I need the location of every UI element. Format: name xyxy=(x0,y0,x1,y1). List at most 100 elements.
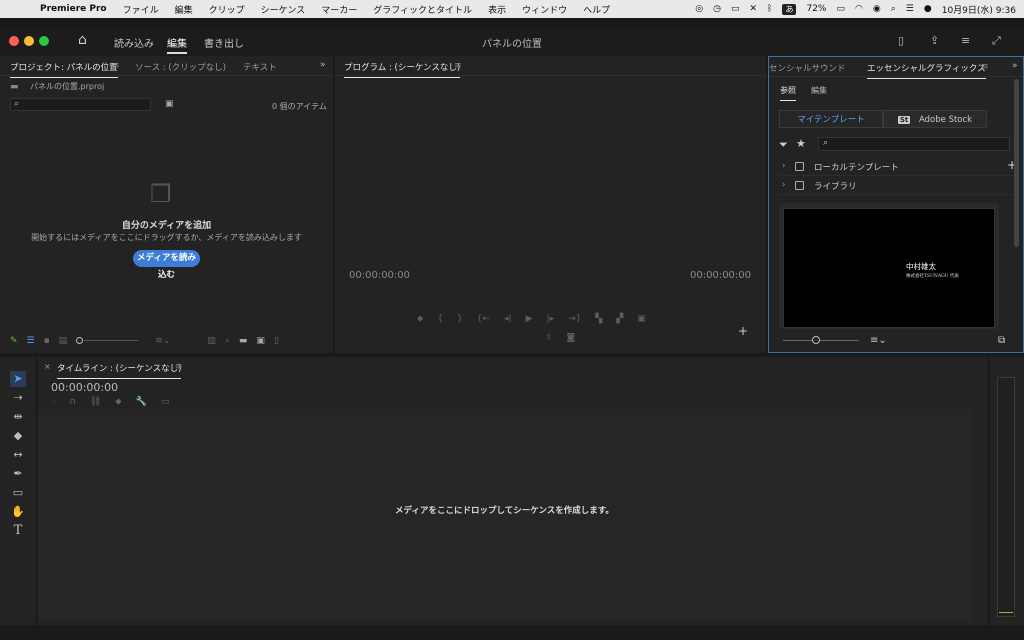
linked-selection-icon[interactable]: ⛓ xyxy=(90,397,101,407)
tab-essential-graphics[interactable]: エッセンシャルグラフィックス xyxy=(867,62,986,79)
icon-view-icon[interactable]: ▪ xyxy=(44,336,50,346)
input-source-indicator[interactable]: あ xyxy=(782,3,797,15)
wifi-icon[interactable]: ◠ xyxy=(855,4,863,14)
menu-help[interactable]: ヘルプ xyxy=(583,3,610,16)
mark-out-icon[interactable]: } xyxy=(457,314,463,324)
fullscreen-icon[interactable]: ⤢ xyxy=(992,34,1001,48)
list-view-icon[interactable]: ☰ xyxy=(27,336,35,346)
pen-tool-icon[interactable]: ✒ xyxy=(10,466,26,482)
play-icon[interactable]: ▶ xyxy=(526,314,533,324)
subtab-edit[interactable]: 編集 xyxy=(811,85,827,96)
tab-timeline[interactable]: タイムライン : (シーケンスなし) xyxy=(57,362,182,379)
chevron-right-icon[interactable]: › xyxy=(782,180,785,190)
nest-icon[interactable]: ⫶ xyxy=(53,397,55,407)
export-frame-icon[interactable]: ▣ xyxy=(637,314,646,324)
adobe-stock-tab[interactable]: St Adobe Stock xyxy=(883,110,987,128)
local-templates-checkbox[interactable] xyxy=(795,162,804,171)
menu-marker[interactable]: マーカー xyxy=(321,3,357,16)
project-search-input[interactable]: ⌕ xyxy=(10,98,151,111)
mute-icon[interactable]: ✕ xyxy=(750,4,758,14)
subtab-browse[interactable]: 参照 xyxy=(780,85,796,101)
tree-row-local-templates[interactable]: › ローカルテンプレート + xyxy=(779,158,1017,176)
home-icon[interactable]: ⌂ xyxy=(78,32,87,48)
thumb-size-slider-handle[interactable] xyxy=(812,336,820,344)
overwrite-icon[interactable]: ▞ xyxy=(616,314,623,324)
minimize-window-button[interactable] xyxy=(24,36,34,46)
tab-text[interactable]: テキスト xyxy=(243,61,277,73)
freeform-view-icon[interactable]: ▤ xyxy=(59,336,68,346)
spotlight-icon[interactable]: ⌕ xyxy=(891,4,896,14)
add-marker-timeline-icon[interactable]: ⬥ xyxy=(115,397,121,407)
tab-source[interactable]: ソース : (クリップなし) xyxy=(135,61,226,73)
mark-in-icon[interactable]: { xyxy=(437,314,443,324)
timeline-timecode[interactable]: 00:00:00:00 xyxy=(51,381,118,394)
filter-icon[interactable]: ⏷ xyxy=(779,138,788,152)
automate-icon[interactable]: ▥ xyxy=(207,336,216,346)
display-icon[interactable]: ▭ xyxy=(731,4,740,14)
new-item-icon[interactable]: ▣ xyxy=(256,336,265,346)
user-icon[interactable]: ◉ xyxy=(873,4,881,14)
favorites-star-icon[interactable]: ★ xyxy=(796,137,806,150)
rectangle-tool-icon[interactable]: ▭ xyxy=(10,485,26,501)
program-panel-menu-icon[interactable]: ≡ xyxy=(454,61,462,71)
selection-tool-icon[interactable]: ➤ xyxy=(10,371,26,387)
snap-icon[interactable]: ∩ xyxy=(69,397,76,407)
zoom-slider[interactable] xyxy=(76,337,139,345)
menu-view[interactable]: 表示 xyxy=(488,3,506,16)
add-marker-icon[interactable]: ⬥ xyxy=(417,314,423,324)
zoom-window-button[interactable] xyxy=(39,36,49,46)
menu-file[interactable]: ファイル xyxy=(123,3,159,16)
progress-icon[interactable]: ≡ xyxy=(961,34,970,47)
lift-icon[interactable]: ⇧ xyxy=(545,333,553,343)
siri-icon[interactable]: ● xyxy=(924,4,932,14)
hand-tool-icon[interactable]: ✋ xyxy=(10,504,26,520)
new-bin-icon[interactable]: ▣ xyxy=(165,99,174,109)
tree-row-libraries[interactable]: › ライブラリ xyxy=(779,177,1013,195)
templates-search-input[interactable]: ⌕ xyxy=(818,137,1010,151)
sort-templates-icon[interactable]: ≡⌄ xyxy=(870,335,887,346)
menu-window[interactable]: ウィンドウ xyxy=(522,3,567,16)
workspace-import[interactable]: 読み込み xyxy=(114,35,154,50)
go-to-in-icon[interactable]: {⇤ xyxy=(477,314,490,324)
essential-expand-icon[interactable]: » xyxy=(1012,61,1018,71)
import-media-button[interactable]: メディアを読み込む xyxy=(133,250,200,280)
zoom-slider-handle[interactable] xyxy=(76,337,84,344)
insert-icon[interactable]: ▚ xyxy=(595,314,602,324)
program-timecode-left[interactable]: 00:00:00:00 xyxy=(349,270,410,281)
sort-icon[interactable]: ≡⌄ xyxy=(155,336,170,346)
tab-program[interactable]: プログラム : (シーケンスなし) xyxy=(344,61,461,78)
timeline-panel-menu-icon[interactable]: ≡ xyxy=(175,362,183,372)
track-select-tool-icon[interactable]: ⇢ xyxy=(10,390,26,406)
essential-panel-menu-icon[interactable]: ≡ xyxy=(981,62,989,72)
time-machine-icon[interactable]: ◷ xyxy=(713,4,721,14)
find-icon[interactable]: ⌕ xyxy=(225,336,230,346)
type-tool-icon[interactable]: T xyxy=(10,523,26,539)
bluetooth-icon[interactable]: ᛒ xyxy=(767,4,772,14)
step-forward-icon[interactable]: |▸ xyxy=(547,314,555,324)
button-editor-add-icon[interactable]: + xyxy=(738,324,748,338)
app-menu[interactable]: Premiere Pro xyxy=(40,4,107,14)
airdrop-icon[interactable]: ◎ xyxy=(695,4,703,14)
menu-edit[interactable]: 編集 xyxy=(175,3,193,16)
expand-panels-icon[interactable]: » xyxy=(320,60,326,70)
battery-icon[interactable]: ▭ xyxy=(837,4,846,14)
settings-wrench-icon[interactable]: 🔧 xyxy=(136,397,147,407)
pencil-icon[interactable]: ✎ xyxy=(10,336,18,346)
go-to-out-icon[interactable]: ⇥} xyxy=(568,314,581,324)
control-center-icon[interactable]: ☰ xyxy=(906,4,914,14)
bin-icon[interactable]: ▬ xyxy=(239,336,248,346)
essential-scrollbar[interactable] xyxy=(1014,79,1019,247)
menu-graphics[interactable]: グラフィックとタイトル xyxy=(373,3,472,16)
trash-icon[interactable]: ▯ xyxy=(274,336,279,346)
ripple-edit-tool-icon[interactable]: ⇹ xyxy=(10,409,26,425)
close-timeline-icon[interactable]: × xyxy=(44,362,51,371)
tab-project[interactable]: プロジェクト: パネルの位置 xyxy=(10,61,118,78)
chevron-right-icon[interactable]: › xyxy=(782,161,785,171)
workspace-export[interactable]: 書き出し xyxy=(204,35,244,50)
new-layer-icon[interactable]: ⧉ xyxy=(998,335,1005,346)
slip-tool-icon[interactable]: ↔ xyxy=(10,447,26,463)
step-back-icon[interactable]: ◂| xyxy=(504,314,512,324)
template-thumbnail[interactable]: 中村雄太 株式会社TSUNAGU 代表 xyxy=(783,208,995,328)
razor-tool-icon[interactable]: ◆ xyxy=(10,428,26,444)
share-icon[interactable]: ⇪ xyxy=(930,34,939,47)
